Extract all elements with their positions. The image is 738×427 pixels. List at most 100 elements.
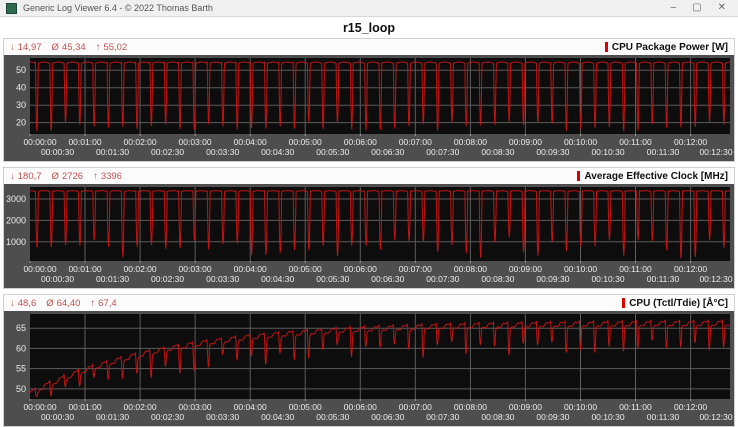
svg-text:00:07:30: 00:07:30 xyxy=(426,147,459,157)
window-titlebar[interactable]: Generic Log Viewer 6.4 - © 2022 Thomas B… xyxy=(0,0,738,17)
svg-text:00:04:00: 00:04:00 xyxy=(234,264,267,274)
svg-text:55: 55 xyxy=(16,364,26,374)
svg-text:00:09:30: 00:09:30 xyxy=(536,147,569,157)
svg-text:00:05:30: 00:05:30 xyxy=(316,274,349,284)
svg-text:00:04:30: 00:04:30 xyxy=(261,147,294,157)
stat-max: 67,4 xyxy=(98,297,117,309)
svg-text:00:02:00: 00:02:00 xyxy=(124,264,157,274)
svg-text:00:00:00: 00:00:00 xyxy=(23,137,56,147)
series-title-label: Average Effective Clock [MHz] xyxy=(584,170,728,182)
series-title: CPU (Tctl/Tdie) [Å°C] xyxy=(622,298,728,309)
svg-text:00:03:00: 00:03:00 xyxy=(179,137,212,147)
svg-text:00:10:00: 00:10:00 xyxy=(564,402,597,412)
svg-text:00:01:30: 00:01:30 xyxy=(96,274,129,284)
svg-text:00:04:00: 00:04:00 xyxy=(234,137,267,147)
svg-text:00:11:00: 00:11:00 xyxy=(619,264,652,274)
svg-text:00:08:00: 00:08:00 xyxy=(454,402,487,412)
svg-text:00:06:00: 00:06:00 xyxy=(344,137,377,147)
svg-text:00:06:30: 00:06:30 xyxy=(371,412,404,422)
chart-panel-cpu-package-power: ↓ 14,97 Ø 45,34 ↑ 55,02 CPU Package Powe… xyxy=(3,38,735,162)
svg-text:00:00:00: 00:00:00 xyxy=(23,402,56,412)
svg-text:00:11:00: 00:11:00 xyxy=(619,402,652,412)
svg-text:00:06:30: 00:06:30 xyxy=(371,274,404,284)
svg-text:00:12:00: 00:12:00 xyxy=(674,402,707,412)
series-title-label: CPU Package Power [W] xyxy=(611,41,728,53)
svg-text:00:01:30: 00:01:30 xyxy=(96,412,129,422)
svg-text:00:10:30: 00:10:30 xyxy=(591,274,624,284)
svg-text:00:05:30: 00:05:30 xyxy=(316,147,349,157)
series-legend-icon xyxy=(604,42,608,52)
svg-text:00:00:30: 00:00:30 xyxy=(41,412,74,422)
stat-max: 55,02 xyxy=(103,41,128,53)
svg-text:00:03:00: 00:03:00 xyxy=(179,264,212,274)
svg-text:00:12:00: 00:12:00 xyxy=(674,137,707,147)
app-icon xyxy=(6,2,17,14)
svg-text:00:06:30: 00:06:30 xyxy=(371,147,404,157)
series-legend-icon xyxy=(622,298,626,308)
svg-text:00:01:00: 00:01:00 xyxy=(68,402,101,412)
svg-text:00:01:30: 00:01:30 xyxy=(96,147,129,157)
svg-text:00:05:00: 00:05:00 xyxy=(289,264,322,274)
svg-text:00:02:30: 00:02:30 xyxy=(151,147,184,157)
svg-text:00:08:30: 00:08:30 xyxy=(481,412,514,422)
svg-text:00:08:30: 00:08:30 xyxy=(481,274,514,284)
stat-avg: 64,40 xyxy=(56,297,81,309)
svg-text:00:07:00: 00:07:00 xyxy=(399,264,432,274)
min-arrow-icon: ↓ xyxy=(10,170,15,182)
max-arrow-icon: ↑ xyxy=(95,41,101,53)
svg-text:00:00:30: 00:00:30 xyxy=(41,274,74,284)
svg-text:00:06:00: 00:06:00 xyxy=(344,264,377,274)
svg-text:00:08:30: 00:08:30 xyxy=(481,147,514,157)
series-title: CPU Package Power [W] xyxy=(604,41,728,53)
series-stats: ↓ 14,97 Ø 45,34 ↑ 55,02 xyxy=(10,42,137,53)
effective-clock-chart[interactable]: 10002000300000:00:00 00:01:00 00:02:00 00:0… xyxy=(4,184,734,288)
svg-text:00:08:00: 00:08:00 xyxy=(454,137,487,147)
stat-avg: 2726 xyxy=(61,170,84,182)
min-arrow-icon: ↓ xyxy=(10,41,15,53)
svg-text:3000: 3000 xyxy=(6,194,26,204)
svg-text:00:12:30: 00:12:30 xyxy=(699,274,732,284)
svg-text:00:09:00: 00:09:00 xyxy=(509,137,542,147)
avg-icon: Ø xyxy=(51,41,59,53)
close-button[interactable]: ✕ xyxy=(718,3,726,13)
svg-text:00:11:30: 00:11:30 xyxy=(647,147,680,157)
log-file-title-label: r15_loop xyxy=(342,20,396,35)
cpu-package-power-chart[interactable]: 20 30 40 50 00:00:00 00:01:00 00:02:00 00:03:00… xyxy=(4,55,734,161)
window-controls: – ▢ ✕ xyxy=(671,3,726,13)
panel-header-effective-clock: ↓ 180,7 Ø 2726 ↑ 3396 Average Effective … xyxy=(4,168,734,184)
svg-text:00:09:00: 00:09:00 xyxy=(509,264,542,274)
svg-text:60: 60 xyxy=(16,343,26,353)
svg-text:00:10:30: 00:10:30 xyxy=(591,147,624,157)
svg-text:00:09:30: 00:09:30 xyxy=(536,412,569,422)
cpu-temperature-chart[interactable]: 50 55 60 65 00:00:00 00:01:00 00:02:00 00:03:00… xyxy=(4,311,734,426)
svg-text:00:03:30: 00:03:30 xyxy=(206,147,239,157)
svg-text:00:07:30: 00:07:30 xyxy=(426,274,459,284)
svg-text:00:09:30: 00:09:30 xyxy=(536,274,569,284)
svg-text:00:00:30: 00:00:30 xyxy=(41,147,74,157)
stat-min: 180,7 xyxy=(17,170,42,182)
svg-text:00:11:30: 00:11:30 xyxy=(647,412,680,422)
min-arrow-icon: ↓ xyxy=(10,297,15,309)
svg-text:00:11:00: 00:11:00 xyxy=(619,137,652,147)
series-stats: ↓ 48,6 Ø 64,40 ↑ 67,4 xyxy=(10,298,127,309)
svg-text:00:12:30: 00:12:30 xyxy=(699,412,732,422)
svg-text:00:10:30: 00:10:30 xyxy=(591,412,624,422)
maximize-button[interactable]: ▢ xyxy=(692,3,701,13)
max-arrow-icon: ↑ xyxy=(93,170,98,182)
svg-text:00:12:00: 00:12:00 xyxy=(674,264,707,274)
svg-text:00:03:00: 00:03:00 xyxy=(179,402,212,412)
svg-text:00:05:30: 00:05:30 xyxy=(316,412,349,422)
svg-text:00:10:00: 00:10:00 xyxy=(564,137,597,147)
minimize-button[interactable]: – xyxy=(671,3,677,13)
chart-panel-cpu-temperature: ↓ 48,6 Ø 64,40 ↑ 67,4 CPU (Tctl/Tdie) [Å… xyxy=(3,294,735,427)
svg-text:50: 50 xyxy=(16,384,26,394)
stat-min: 48,6 xyxy=(17,297,37,309)
svg-text:00:05:00: 00:05:00 xyxy=(289,137,322,147)
log-file-title: r15_loop xyxy=(0,17,738,38)
svg-text:00:10:00: 00:10:00 xyxy=(564,264,597,274)
svg-text:00:03:30: 00:03:30 xyxy=(206,274,239,284)
svg-text:00:04:30: 00:04:30 xyxy=(261,412,294,422)
panel-header-cpu-temperature: ↓ 48,6 Ø 64,40 ↑ 67,4 CPU (Tctl/Tdie) [Å… xyxy=(4,295,734,311)
svg-text:00:07:30: 00:07:30 xyxy=(426,412,459,422)
svg-text:00:12:30: 00:12:30 xyxy=(699,147,732,157)
